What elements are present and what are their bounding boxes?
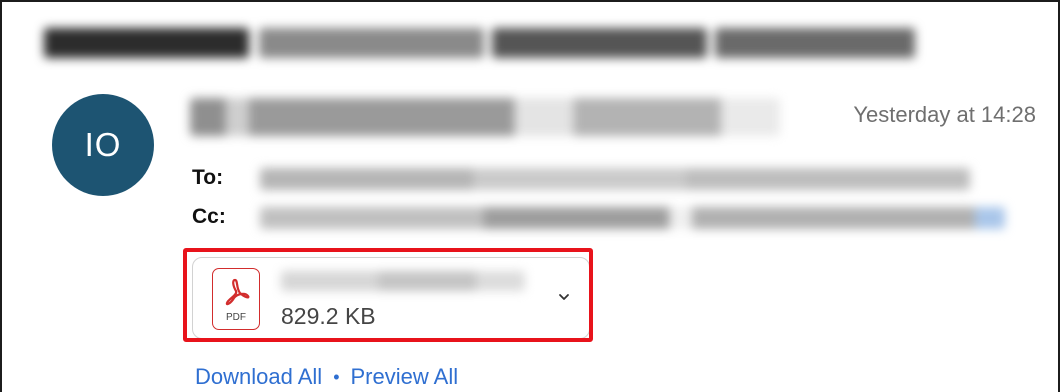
to-label: To:: [192, 166, 224, 189]
cc-label: Cc:: [192, 205, 226, 228]
email-subject: [44, 20, 915, 66]
cc-recipients[interactable]: [260, 207, 1005, 229]
sender-avatar[interactable]: IO: [52, 94, 154, 196]
sender-name[interactable]: [190, 98, 780, 136]
attachment-actions: Download All • Preview All: [195, 364, 458, 390]
message-timestamp: Yesterday at 14:28: [853, 102, 1036, 127]
download-all-link[interactable]: Download All: [195, 364, 322, 390]
separator-dot: •: [333, 366, 340, 387]
email-message-pane: IO Yesterday at 14:28 To: Cc: PDF 829.2 …: [0, 0, 1060, 392]
to-recipients[interactable]: [260, 168, 970, 190]
avatar-initials: IO: [84, 126, 122, 163]
highlight-annotation: [183, 248, 593, 342]
preview-all-link[interactable]: Preview All: [351, 364, 459, 390]
